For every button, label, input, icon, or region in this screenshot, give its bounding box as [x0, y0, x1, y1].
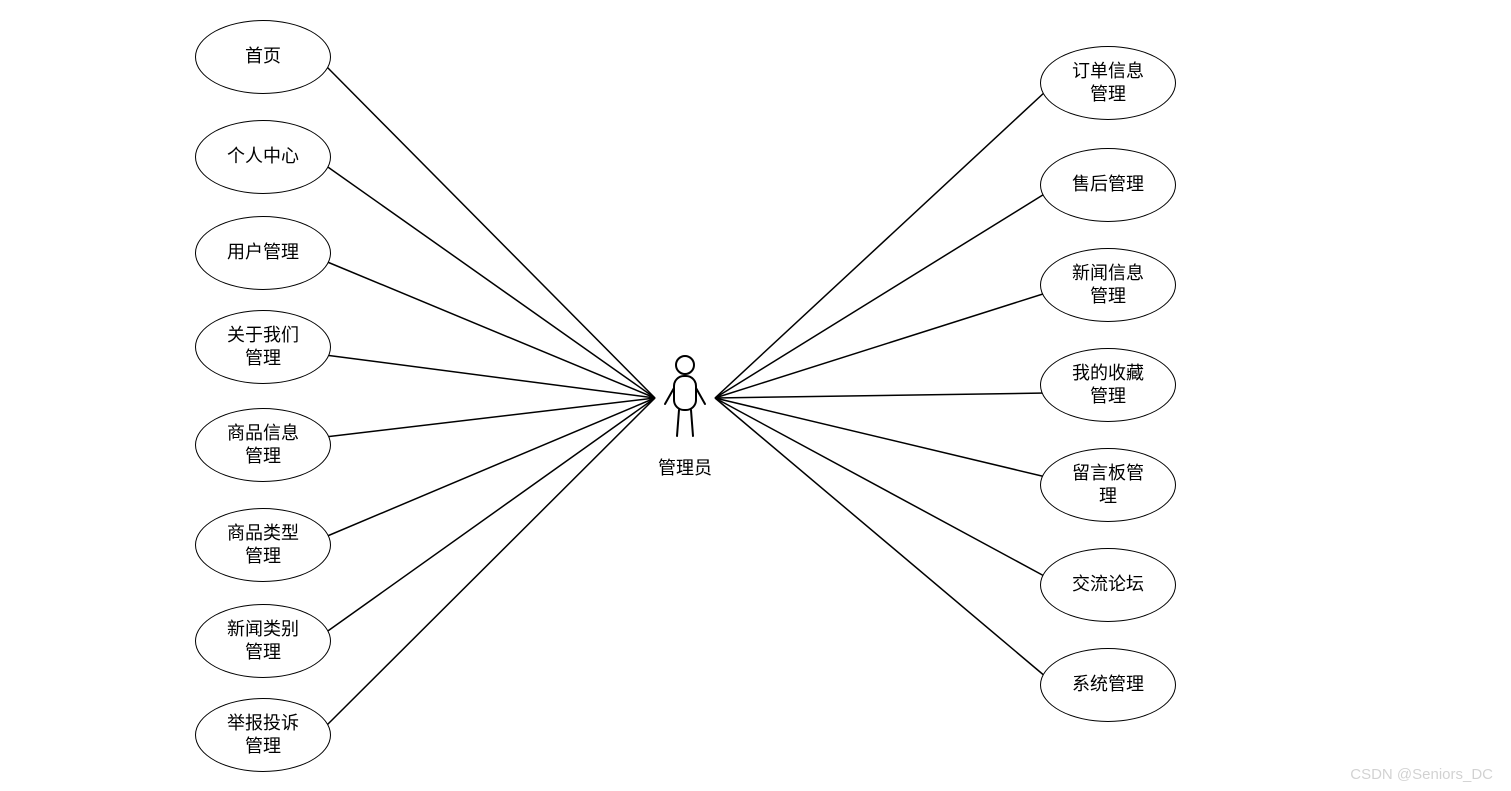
usecase-label: 商品类型 管理	[227, 522, 299, 569]
usecase-left-0: 首页	[195, 20, 331, 94]
usecase-label: 个人中心	[227, 145, 299, 168]
usecase-left-5: 商品类型 管理	[195, 508, 331, 582]
usecase-label: 新闻类别 管理	[227, 618, 299, 665]
usecase-label: 用户管理	[227, 241, 299, 264]
usecase-label: 新闻信息 管理	[1072, 262, 1144, 309]
usecase-left-1: 个人中心	[195, 120, 331, 194]
usecase-right-3: 我的收藏 管理	[1040, 348, 1176, 422]
usecase-right-5: 交流论坛	[1040, 548, 1176, 622]
usecase-label: 首页	[245, 45, 281, 68]
usecase-label: 系统管理	[1072, 673, 1144, 696]
use-case-diagram: 管理员 CSDN @Seniors_DC 首页个人中心用户管理关于我们 管理商品…	[0, 0, 1511, 791]
actor-icon	[663, 354, 707, 442]
usecase-left-4: 商品信息 管理	[195, 408, 331, 482]
usecase-label: 留言板管 理	[1072, 462, 1144, 509]
usecase-left-2: 用户管理	[195, 216, 331, 290]
usecase-label: 关于我们 管理	[227, 324, 299, 371]
usecase-right-2: 新闻信息 管理	[1040, 248, 1176, 322]
actor-label: 管理员	[650, 454, 720, 480]
usecase-left-6: 新闻类别 管理	[195, 604, 331, 678]
usecase-right-1: 售后管理	[1040, 148, 1176, 222]
usecase-right-6: 系统管理	[1040, 648, 1176, 722]
usecase-label: 售后管理	[1072, 173, 1144, 196]
watermark: CSDN @Seniors_DC	[1350, 766, 1493, 783]
usecase-label: 订单信息 管理	[1072, 60, 1144, 107]
usecase-label: 商品信息 管理	[227, 422, 299, 469]
usecase-label: 举报投诉 管理	[227, 712, 299, 759]
usecase-label: 交流论坛	[1072, 573, 1144, 596]
usecase-left-3: 关于我们 管理	[195, 310, 331, 384]
usecase-label: 我的收藏 管理	[1072, 362, 1144, 409]
usecase-right-4: 留言板管 理	[1040, 448, 1176, 522]
usecase-left-7: 举报投诉 管理	[195, 698, 331, 772]
usecase-right-0: 订单信息 管理	[1040, 46, 1176, 120]
